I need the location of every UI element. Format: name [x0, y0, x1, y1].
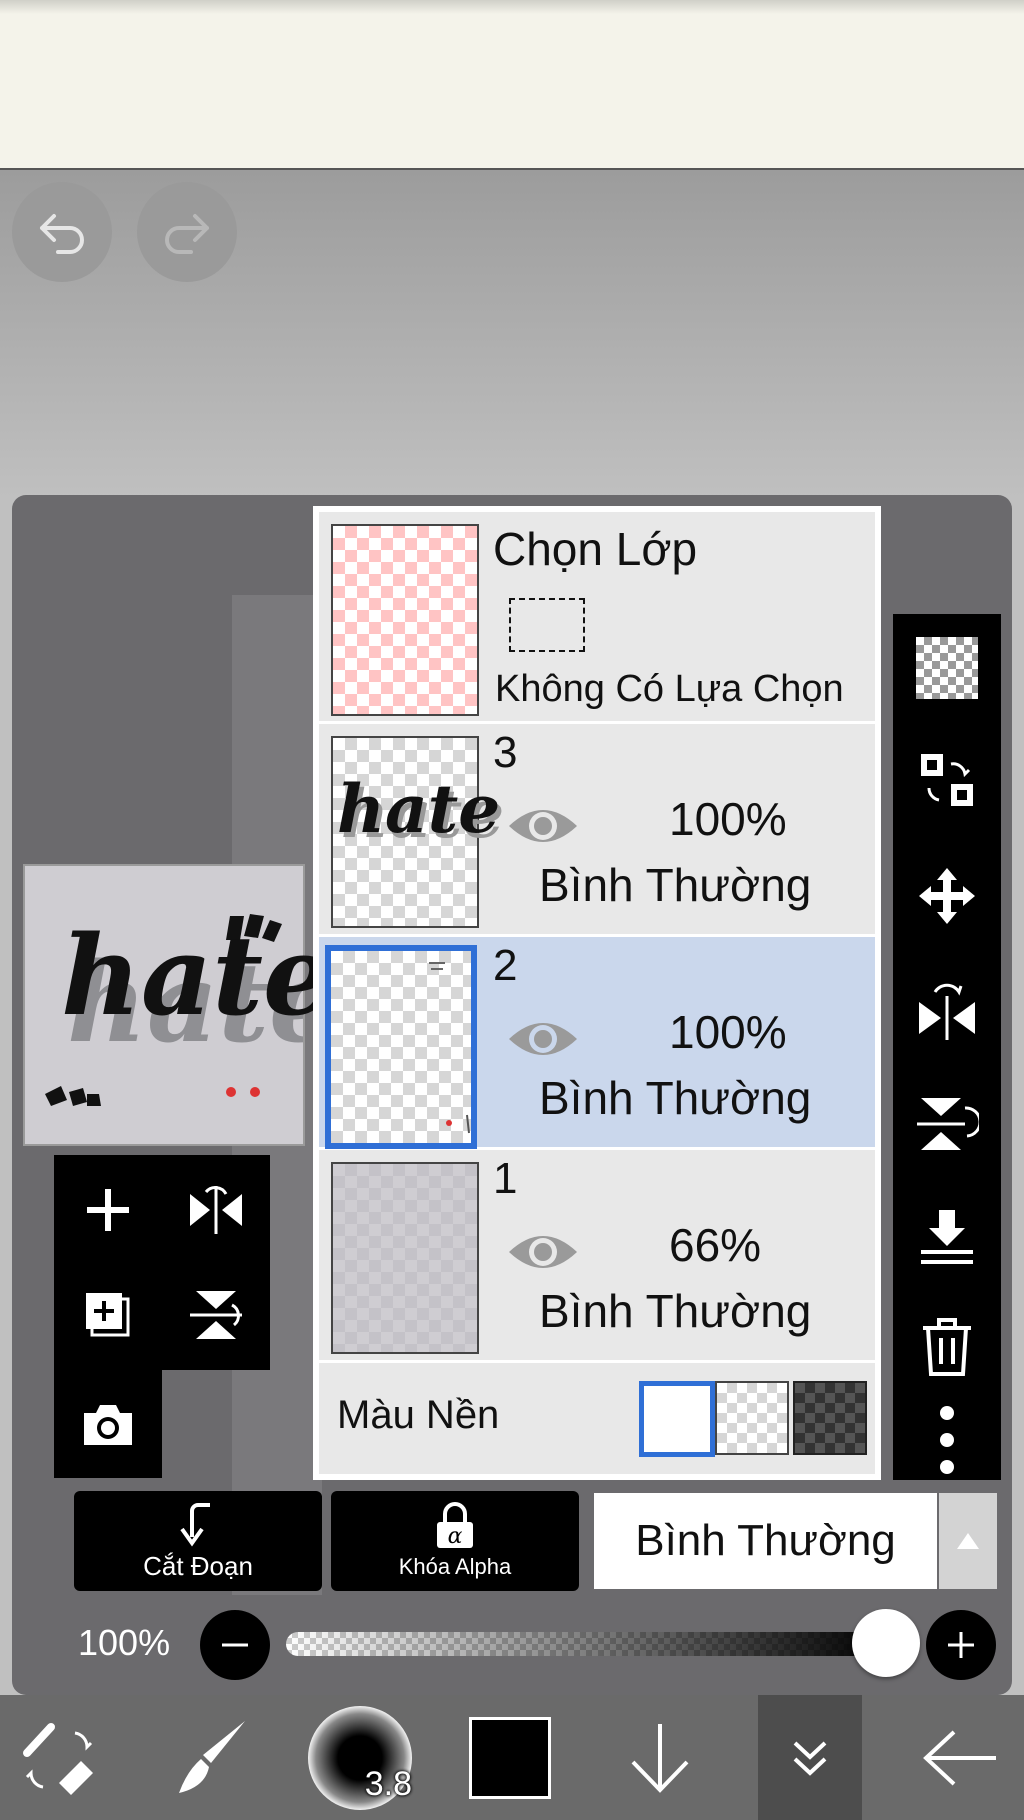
eye-icon[interactable]	[505, 800, 581, 852]
right-layer-toolbar	[893, 614, 1001, 1480]
brush-eraser-swap-icon	[23, 1722, 93, 1795]
clipping-arrow-icon	[180, 1502, 210, 1546]
layer-blend-mode: Bình Thường	[539, 1072, 812, 1124]
swap-layer-button[interactable]	[907, 740, 987, 820]
import-down-button[interactable]	[610, 1695, 710, 1820]
brush-icon	[179, 1720, 245, 1793]
current-color-swatch	[469, 1716, 551, 1799]
blend-mode-dropdown-button[interactable]	[939, 1493, 997, 1589]
layer-row[interactable]: 1 66% Bình Thường	[319, 1150, 875, 1363]
preview-text: hate	[61, 911, 334, 1040]
svg-text:α: α	[448, 1524, 463, 1549]
layer-number: 1	[493, 1154, 518, 1203]
minus-icon	[222, 1643, 248, 1647]
arrow-left-icon	[923, 1730, 996, 1785]
brush-eraser-toggle-button[interactable]	[10, 1695, 110, 1820]
duplicate-icon	[86, 1293, 130, 1337]
layer-number: 2	[493, 941, 518, 990]
flip-horizontal-icon	[190, 1186, 242, 1234]
double-chevron-down-icon	[793, 1741, 827, 1776]
layers-panel: Chọn Lớp Không Có Lựa Chọn hate 3 100% B…	[313, 506, 881, 1480]
trash-icon	[923, 1318, 971, 1376]
layer-blend-mode: Bình Thường	[539, 1285, 812, 1337]
selection-marquee-icon	[509, 598, 585, 652]
layer-number: 3	[493, 728, 518, 777]
redo-button[interactable]	[137, 182, 237, 282]
top-bar	[0, 0, 1024, 170]
merge-down-icon	[921, 1210, 973, 1264]
brush-size-preview-icon: 3.8	[308, 1705, 412, 1810]
swap-icon	[921, 754, 973, 806]
alpha-lock-label: Khóa Alpha	[398, 1554, 512, 1579]
merge-down-button[interactable]	[907, 1198, 987, 1278]
opacity-value-label: 100%	[78, 1622, 171, 1663]
add-layer-button[interactable]	[58, 1160, 158, 1260]
camera-button[interactable]	[58, 1375, 158, 1475]
flip-horizontal-button[interactable]	[166, 1160, 266, 1260]
background-transparent-swatch[interactable]	[715, 1381, 789, 1455]
selection-layer-title: Chọn Lớp	[493, 523, 698, 575]
flip-horizontal-icon	[919, 983, 975, 1040]
layer-opacity: 100%	[669, 793, 787, 845]
layers-toggle-button[interactable]	[758, 1695, 862, 1820]
more-vertical-icon	[940, 1406, 954, 1474]
brush-tool-button[interactable]	[160, 1695, 260, 1820]
plus-icon	[948, 1632, 974, 1658]
triangle-up-icon	[957, 1533, 979, 1549]
layer-row[interactable]: hate 3 100% Bình Thường	[319, 724, 875, 937]
flip-vertical-icon	[190, 1291, 242, 1339]
background-dark-swatch[interactable]	[793, 1381, 867, 1455]
layer-thumbnail	[331, 1162, 479, 1354]
flip-vertical-button[interactable]	[166, 1265, 266, 1365]
bottom-toolbar: 3.8	[0, 1695, 1024, 1820]
plus-icon	[87, 1189, 129, 1231]
layer-thumbnail: hate	[331, 736, 500, 928]
brush-size-button[interactable]: 3.8	[300, 1695, 420, 1820]
flip-layer-horizontal-button[interactable]	[907, 970, 987, 1050]
undo-icon	[40, 214, 84, 254]
selection-layer-subtitle: Không Có Lựa Chọn	[495, 668, 844, 710]
opacity-decrease-button[interactable]	[200, 1610, 270, 1680]
selection-layer-thumbnail	[331, 524, 479, 716]
background-white-swatch[interactable]	[639, 1381, 715, 1457]
arrow-down-icon	[631, 1723, 689, 1793]
transparency-button[interactable]	[907, 628, 987, 708]
color-picker-button[interactable]	[460, 1695, 560, 1820]
opacity-slider-handle[interactable]	[852, 1609, 920, 1677]
back-button[interactable]	[910, 1695, 1010, 1820]
opacity-slider-track[interactable]	[286, 1632, 886, 1656]
more-options-button[interactable]	[907, 1400, 987, 1480]
clipping-button[interactable]: Cắt Đoạn	[74, 1491, 322, 1591]
flip-vertical-icon	[917, 1098, 979, 1150]
move-icon	[919, 868, 975, 924]
redo-icon	[165, 214, 209, 254]
layer-thumbnail-art: hate	[337, 770, 501, 848]
background-color-label: Màu Nền	[337, 1393, 500, 1437]
clipping-label: Cắt Đoạn	[143, 1550, 253, 1581]
layer-blend-mode: Bình Thường	[539, 859, 812, 911]
layer-opacity: 66%	[669, 1219, 762, 1271]
layer-row-selected[interactable]: 2 100% Bình Thường	[319, 937, 875, 1150]
selection-layer-row[interactable]: Chọn Lớp Không Có Lựa Chọn	[319, 512, 875, 724]
lock-icon: α	[437, 1502, 473, 1549]
checkerboard-icon	[916, 637, 978, 699]
background-color-row: Màu Nền	[319, 1363, 875, 1474]
blend-mode-select[interactable]: Bình Thường	[594, 1493, 937, 1589]
brush-size-value: 3.8	[364, 1764, 412, 1803]
delete-layer-button[interactable]	[907, 1306, 987, 1386]
undo-button[interactable]	[12, 182, 112, 282]
camera-icon	[84, 1405, 132, 1445]
duplicate-layer-button[interactable]	[58, 1265, 158, 1365]
alpha-lock-button[interactable]: α Khóa Alpha	[331, 1491, 579, 1591]
opacity-increase-button[interactable]	[926, 1610, 996, 1680]
eye-icon[interactable]	[505, 1013, 581, 1065]
layer-thumbnail-marks	[429, 962, 470, 1134]
eye-icon[interactable]	[505, 1226, 581, 1278]
layer-opacity: 100%	[669, 1006, 787, 1058]
canvas-preview: hate hate	[23, 864, 339, 1146]
move-layer-button[interactable]	[907, 856, 987, 936]
flip-layer-vertical-button[interactable]	[907, 1084, 987, 1164]
layer-thumbnail	[325, 945, 477, 1149]
